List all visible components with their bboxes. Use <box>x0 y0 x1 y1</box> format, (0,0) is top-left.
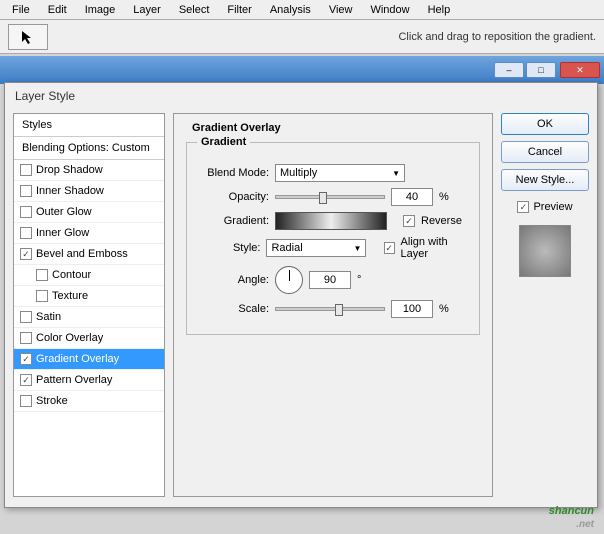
blend-mode-select[interactable]: Multiply▼ <box>275 164 405 182</box>
menu-select[interactable]: Select <box>171 2 218 17</box>
menu-file[interactable]: File <box>4 2 38 17</box>
menu-bar: FileEditImageLayerSelectFilterAnalysisVi… <box>0 0 604 20</box>
style-checkbox[interactable] <box>20 227 32 239</box>
style-checkbox[interactable]: ✓ <box>20 248 32 260</box>
styles-header[interactable]: Styles <box>14 114 164 137</box>
angle-value[interactable]: 90 <box>309 271 351 289</box>
style-item-contour[interactable]: Contour <box>14 265 164 286</box>
align-label: Align with Layer <box>401 236 469 260</box>
layer-style-dialog: Layer Style Styles Blending Options: Cus… <box>4 82 598 508</box>
menu-help[interactable]: Help <box>420 2 459 17</box>
style-item-color-overlay[interactable]: Color Overlay <box>14 328 164 349</box>
style-label: Gradient Overlay <box>36 353 119 365</box>
style-checkbox[interactable] <box>20 332 32 344</box>
preview-label: Preview <box>533 201 572 213</box>
scale-value[interactable]: 100 <box>391 300 433 318</box>
style-select[interactable]: Radial▼ <box>266 239 366 257</box>
angle-label: Angle: <box>197 274 269 286</box>
style-label: Texture <box>52 290 88 302</box>
ok-button[interactable]: OK <box>501 113 589 135</box>
settings-panel: Gradient Overlay Gradient Blend Mode: Mu… <box>173 113 493 497</box>
gradient-swatch[interactable] <box>275 212 387 230</box>
blend-mode-label: Blend Mode: <box>197 167 269 179</box>
maximize-button[interactable]: □ <box>526 62 556 78</box>
panel-title: Gradient Overlay <box>192 122 480 134</box>
menu-analysis[interactable]: Analysis <box>262 2 319 17</box>
menu-image[interactable]: Image <box>77 2 124 17</box>
style-label: Drop Shadow <box>36 164 103 176</box>
style-label: Stroke <box>36 395 68 407</box>
menu-view[interactable]: View <box>321 2 361 17</box>
gradient-label: Gradient: <box>197 215 269 227</box>
style-label: Contour <box>52 269 91 281</box>
style-label: Color Overlay <box>36 332 103 344</box>
style-item-inner-glow[interactable]: Inner Glow <box>14 223 164 244</box>
scale-slider[interactable] <box>275 307 385 311</box>
menu-layer[interactable]: Layer <box>125 2 169 17</box>
opacity-slider[interactable] <box>275 195 385 199</box>
style-item-stroke[interactable]: Stroke <box>14 391 164 412</box>
window-titlebar: – □ ✕ <box>0 56 604 84</box>
style-item-inner-shadow[interactable]: Inner Shadow <box>14 181 164 202</box>
reverse-checkbox[interactable]: ✓ <box>403 215 415 227</box>
toolbar-hint: Click and drag to reposition the gradien… <box>398 31 596 43</box>
style-item-bevel-and-emboss[interactable]: ✓ Bevel and Emboss <box>14 244 164 265</box>
style-label: Bevel and Emboss <box>36 248 128 260</box>
watermark: shancun.net <box>549 498 594 530</box>
chevron-down-icon: ▼ <box>354 244 362 253</box>
style-checkbox[interactable] <box>36 290 48 302</box>
style-label: Outer Glow <box>36 206 92 218</box>
style-item-drop-shadow[interactable]: Drop Shadow <box>14 160 164 181</box>
scale-label: Scale: <box>197 303 269 315</box>
style-label: Inner Glow <box>36 227 89 239</box>
blending-options[interactable]: Blending Options: Custom <box>14 137 164 160</box>
style-item-outer-glow[interactable]: Outer Glow <box>14 202 164 223</box>
close-button[interactable]: ✕ <box>560 62 600 78</box>
reverse-label: Reverse <box>421 215 462 227</box>
style-checkbox[interactable] <box>20 185 32 197</box>
dialog-buttons: OK Cancel New Style... ✓ Preview <box>501 113 589 497</box>
dialog-title: Layer Style <box>5 83 597 109</box>
new-style-button[interactable]: New Style... <box>501 169 589 191</box>
style-item-gradient-overlay[interactable]: ✓ Gradient Overlay <box>14 349 164 370</box>
style-label: Style: <box>197 242 260 254</box>
style-label: Pattern Overlay <box>36 374 112 386</box>
style-checkbox[interactable]: ✓ <box>20 374 32 386</box>
angle-dial[interactable] <box>275 266 303 294</box>
style-checkbox[interactable]: ✓ <box>20 353 32 365</box>
style-item-texture[interactable]: Texture <box>14 286 164 307</box>
style-item-pattern-overlay[interactable]: ✓ Pattern Overlay <box>14 370 164 391</box>
opacity-value[interactable]: 40 <box>391 188 433 206</box>
style-checkbox[interactable] <box>36 269 48 281</box>
style-checkbox[interactable] <box>20 206 32 218</box>
options-bar: Click and drag to reposition the gradien… <box>0 20 604 54</box>
style-checkbox[interactable] <box>20 311 32 323</box>
align-checkbox[interactable]: ✓ <box>384 242 395 254</box>
menu-filter[interactable]: Filter <box>219 2 259 17</box>
style-label: Inner Shadow <box>36 185 104 197</box>
menu-window[interactable]: Window <box>362 2 417 17</box>
styles-list: Styles Blending Options: Custom Drop Sha… <box>13 113 165 497</box>
style-checkbox[interactable] <box>20 164 32 176</box>
gradient-legend: Gradient <box>197 136 250 148</box>
opacity-label: Opacity: <box>197 191 269 203</box>
style-item-satin[interactable]: Satin <box>14 307 164 328</box>
style-label: Satin <box>36 311 61 323</box>
preview-checkbox[interactable]: ✓ <box>517 201 529 213</box>
menu-edit[interactable]: Edit <box>40 2 75 17</box>
minimize-button[interactable]: – <box>494 62 524 78</box>
style-checkbox[interactable] <box>20 395 32 407</box>
cancel-button[interactable]: Cancel <box>501 141 589 163</box>
preview-thumbnail <box>519 225 571 277</box>
chevron-down-icon: ▼ <box>392 169 400 178</box>
move-tool-button[interactable] <box>8 24 48 50</box>
